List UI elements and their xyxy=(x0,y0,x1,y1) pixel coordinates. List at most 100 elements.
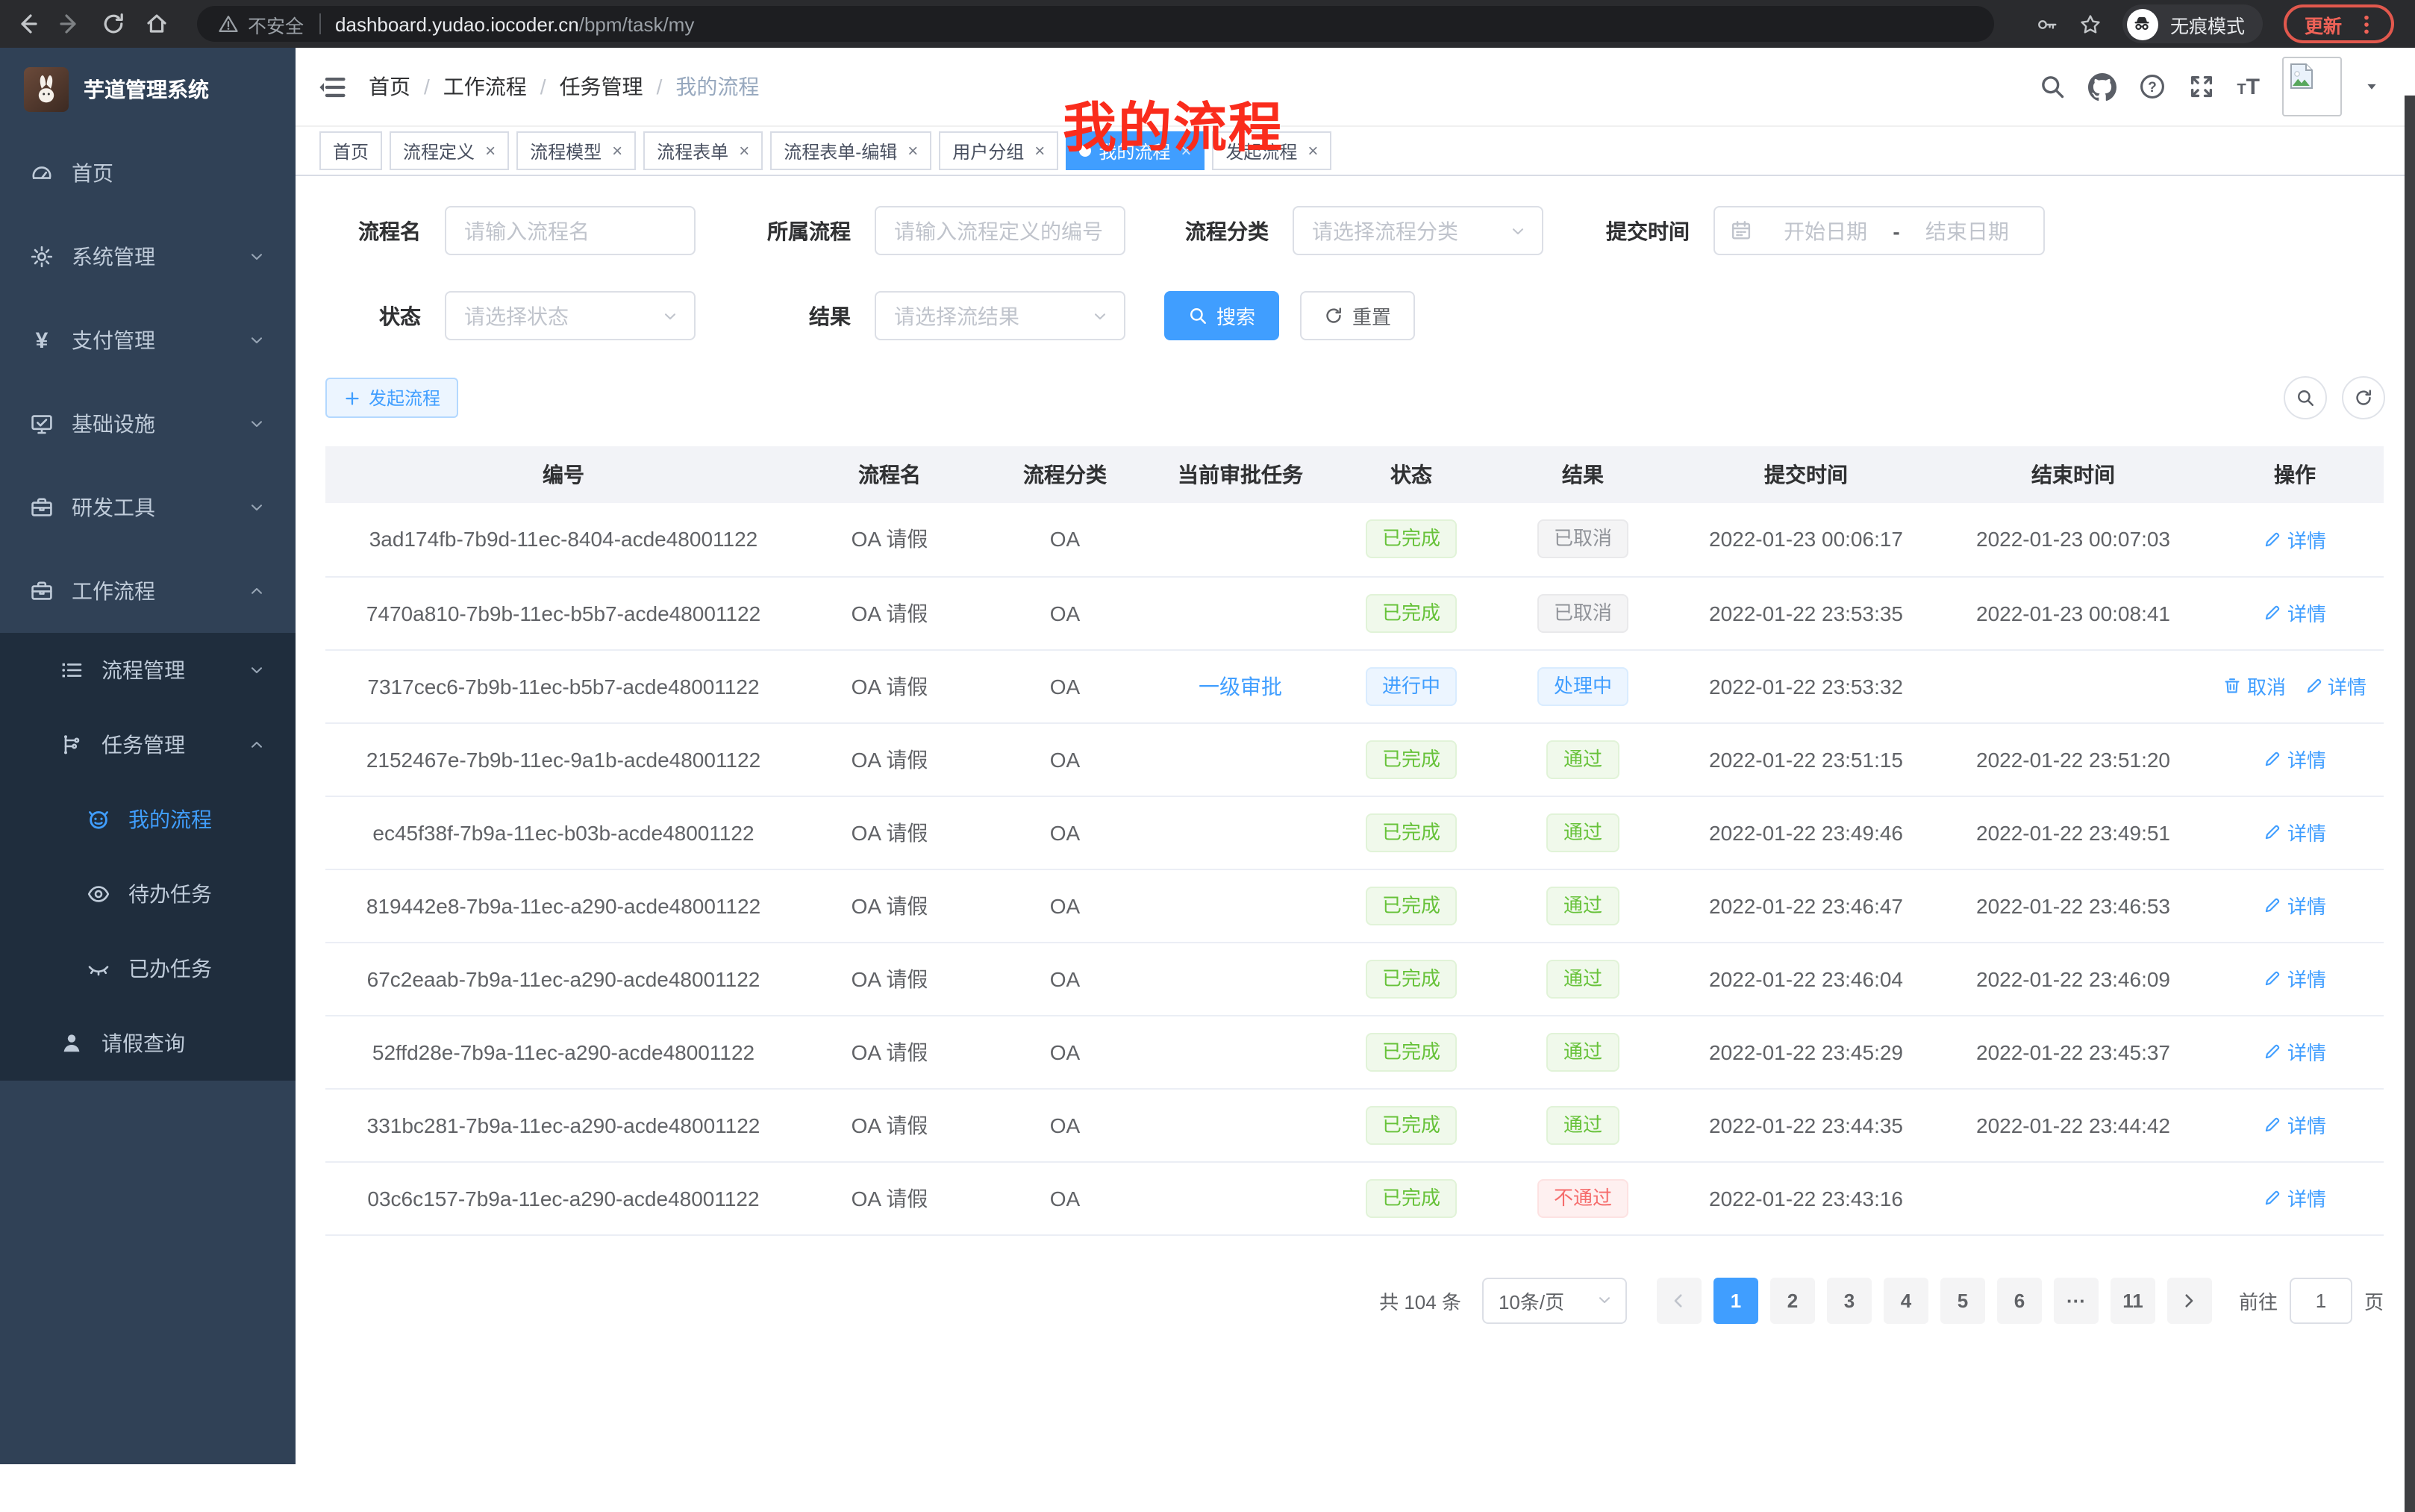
eye-icon xyxy=(87,882,110,906)
tab-label: 流程表单 xyxy=(657,138,728,163)
task-link[interactable]: 一级审批 xyxy=(1199,674,1282,698)
sidebar-item-我的流程[interactable]: 我的流程 xyxy=(0,782,296,857)
close-icon[interactable]: × xyxy=(1308,142,1318,160)
page-button-6[interactable]: 6 xyxy=(1997,1277,2042,1323)
tab-流程表单-编辑[interactable]: 流程表单-编辑× xyxy=(770,131,931,170)
logo[interactable]: 芋道管理系统 xyxy=(0,48,296,131)
forward-icon[interactable] xyxy=(58,12,82,36)
sidebar-item-label: 流程管理 xyxy=(101,655,185,685)
detail-link[interactable]: 详情 xyxy=(2264,525,2326,554)
detail-link[interactable]: 详情 xyxy=(2264,891,2326,919)
cell-status: 已完成 xyxy=(1328,1088,1494,1161)
page-button-2[interactable]: 2 xyxy=(1770,1277,1815,1323)
sidebar-item-请假查询[interactable]: 请假查询 xyxy=(0,1006,296,1081)
close-icon[interactable]: × xyxy=(739,142,749,160)
chevron-down-icon xyxy=(248,331,266,349)
font-size-large-t: T xyxy=(2246,75,2260,98)
scrollbar[interactable] xyxy=(2405,96,2415,1512)
detail-link[interactable]: 详情 xyxy=(2304,672,2366,700)
close-icon[interactable]: × xyxy=(612,142,622,160)
back-icon[interactable] xyxy=(15,12,39,36)
reset-button[interactable]: 重置 xyxy=(1300,291,1415,340)
close-icon[interactable]: × xyxy=(1181,142,1191,160)
toggle-search-button[interactable] xyxy=(2284,376,2327,419)
sidebar-item-基础设施[interactable]: 基础设施 xyxy=(0,382,296,466)
sidebar-item-任务管理[interactable]: 任务管理 xyxy=(0,707,296,782)
sidebar-item-系统管理[interactable]: 系统管理 xyxy=(0,215,296,299)
page-button-1[interactable]: 1 xyxy=(1713,1277,1758,1323)
start-process-button[interactable]: 发起流程 xyxy=(325,378,458,418)
detail-link[interactable]: 详情 xyxy=(2264,818,2326,846)
tab-首页[interactable]: 首页 xyxy=(319,131,382,170)
status-select[interactable]: 请选择状态 xyxy=(445,291,696,340)
sidebar-item-已办任务[interactable]: 已办任务 xyxy=(0,931,296,1006)
kebab-menu-icon[interactable] xyxy=(2355,13,2378,35)
process-name-input[interactable] xyxy=(445,206,696,255)
sidebar-item-支付管理[interactable]: ¥支付管理 xyxy=(0,299,296,382)
tab-流程模型[interactable]: 流程模型× xyxy=(516,131,636,170)
close-icon[interactable]: × xyxy=(907,142,918,160)
page-more[interactable]: ··· xyxy=(2054,1277,2099,1323)
detail-link[interactable]: 详情 xyxy=(2264,1037,2326,1066)
breadcrumb-item[interactable]: 首页 xyxy=(369,72,410,101)
result-select[interactable]: 请选择流结果 xyxy=(875,291,1125,340)
chrome-update-button[interactable]: 更新 xyxy=(2284,4,2394,43)
detail-link[interactable]: 详情 xyxy=(2264,1184,2326,1212)
tab-用户分组[interactable]: 用户分组× xyxy=(939,131,1058,170)
search-icon[interactable] xyxy=(2038,73,2065,100)
table-row: 3ad174fb-7b9d-11ec-8404-acde48001122OA 请… xyxy=(325,503,2384,576)
search-button[interactable]: 搜索 xyxy=(1164,291,1279,340)
detail-link[interactable]: 详情 xyxy=(2264,745,2326,773)
avatar[interactable] xyxy=(2282,57,2342,116)
prev-page-button[interactable] xyxy=(1657,1277,1702,1323)
tab-发起流程[interactable]: 发起流程× xyxy=(1212,131,1331,170)
close-icon[interactable]: × xyxy=(1034,142,1045,160)
avatar-caret-down-icon[interactable] xyxy=(2364,79,2379,94)
cell-actions: 详情 xyxy=(2206,1088,2384,1161)
fullscreen-icon[interactable] xyxy=(2187,73,2214,100)
home-icon[interactable] xyxy=(145,12,169,36)
cell-end-time: 2022-01-23 00:08:41 xyxy=(1940,576,2206,649)
next-page-button[interactable] xyxy=(2167,1277,2212,1323)
cell-end-time xyxy=(1940,1161,2206,1234)
action-label: 详情 xyxy=(2328,672,2366,700)
breadcrumb-item[interactable]: 任务管理 xyxy=(560,72,643,101)
page-button-5[interactable]: 5 xyxy=(1940,1277,1985,1323)
reload-icon[interactable] xyxy=(101,12,125,36)
filter-row-2: 状态 请选择状态 结果 请选择流结果 xyxy=(325,291,2385,340)
tab-流程定义[interactable]: 流程定义× xyxy=(390,131,509,170)
process-def-input[interactable] xyxy=(875,206,1125,255)
bookmark-star-icon[interactable] xyxy=(2079,13,2102,35)
password-key-icon[interactable] xyxy=(2036,13,2058,35)
sidebar-item-待办任务[interactable]: 待办任务 xyxy=(0,857,296,931)
sidebar-item-首页[interactable]: 首页 xyxy=(0,131,296,215)
sidebar-item-工作流程[interactable]: 工作流程 xyxy=(0,549,296,633)
page-button-3[interactable]: 3 xyxy=(1827,1277,1872,1323)
sidebar-item-流程管理[interactable]: 流程管理 xyxy=(0,633,296,707)
address-bar[interactable]: 不安全 dashboard.yudao.iocoder.cn /bpm/task… xyxy=(197,6,1994,42)
detail-link[interactable]: 详情 xyxy=(2264,1110,2326,1139)
page-button-11[interactable]: 11 xyxy=(2111,1277,2155,1323)
page-size-select[interactable]: 10条/页 xyxy=(1482,1277,1627,1323)
sidebar-item-研发工具[interactable]: 研发工具 xyxy=(0,466,296,549)
pen-icon xyxy=(2264,896,2283,915)
category-select[interactable]: 请选择流程分类 xyxy=(1293,206,1543,255)
help-icon[interactable]: ? xyxy=(2138,73,2165,100)
breadcrumb-item[interactable]: 工作流程 xyxy=(443,72,527,101)
detail-link[interactable]: 详情 xyxy=(2264,599,2326,627)
cancel-link[interactable]: 取消 xyxy=(2223,672,2286,700)
refresh-button[interactable] xyxy=(2342,376,2385,419)
sidebar-item-label: 支付管理 xyxy=(72,325,155,355)
page-button-4[interactable]: 4 xyxy=(1884,1277,1928,1323)
result-badge: 通过 xyxy=(1547,1032,1619,1071)
cell-status: 已完成 xyxy=(1328,503,1494,576)
date-range-picker[interactable]: 开始日期 - 结束日期 xyxy=(1713,206,2045,255)
hamburger-icon[interactable] xyxy=(296,72,369,101)
tab-我的流程[interactable]: 我的流程× xyxy=(1066,131,1205,170)
github-icon[interactable] xyxy=(2087,72,2116,101)
font-size-icon[interactable]: TT xyxy=(2237,75,2260,98)
tab-流程表单[interactable]: 流程表单 × xyxy=(643,131,763,170)
close-icon[interactable]: × xyxy=(485,142,496,160)
detail-link[interactable]: 详情 xyxy=(2264,964,2326,993)
goto-page-input[interactable] xyxy=(2290,1277,2352,1323)
